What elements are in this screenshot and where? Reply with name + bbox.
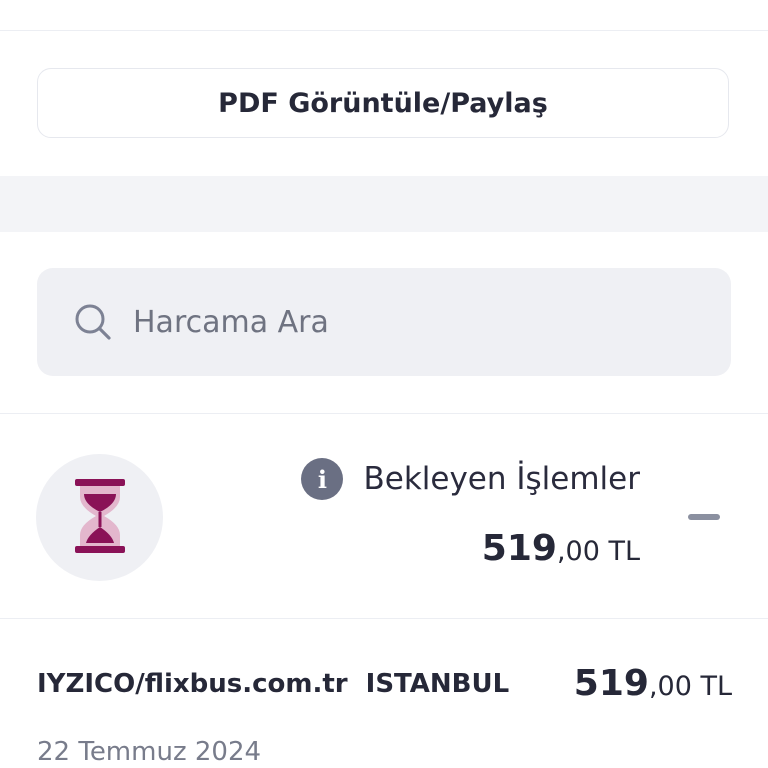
minus-icon[interactable] <box>688 514 720 520</box>
hourglass-icon <box>73 477 127 559</box>
pending-title-row: i Bekleyen İşlemler <box>301 458 640 500</box>
transaction-date: 22 Temmuz 2024 <box>37 737 262 767</box>
section-separator-band <box>0 176 768 232</box>
pending-avatar <box>36 454 163 581</box>
merchant-name: IYZICO/flixbus.com.tr <box>37 669 348 699</box>
search-bar[interactable] <box>37 268 731 376</box>
pending-amount: 519,00 TL <box>482 528 640 569</box>
transaction-merchant: IYZICO/flixbus.com.tr ISTANBUL <box>37 669 509 699</box>
search-icon <box>73 302 113 342</box>
pending-amount-integer: 519 <box>481 528 557 569</box>
transaction-amount: 519,00 TL <box>574 663 732 704</box>
merchant-city: ISTANBUL <box>365 669 510 699</box>
pdf-view-share-button[interactable]: PDF Görüntüle/Paylaş <box>37 68 729 138</box>
transaction-amount-decimal: ,00 TL <box>648 671 732 702</box>
pending-transactions-section[interactable]: i Bekleyen İşlemler 519,00 TL <box>0 414 768 618</box>
top-strip <box>0 0 768 31</box>
transaction-amount-integer: 519 <box>573 663 649 704</box>
pending-title: Bekleyen İşlemler <box>363 461 640 497</box>
app-screen: PDF Görüntüle/Paylaş Harcama Ara i Bekle… <box>0 0 768 768</box>
pending-amount-decimal: ,00 TL <box>556 536 640 567</box>
transaction-row[interactable]: IYZICO/flixbus.com.tr ISTANBUL 519,00 TL … <box>0 619 768 768</box>
search-input[interactable] <box>133 304 693 340</box>
info-icon[interactable]: i <box>301 458 344 500</box>
